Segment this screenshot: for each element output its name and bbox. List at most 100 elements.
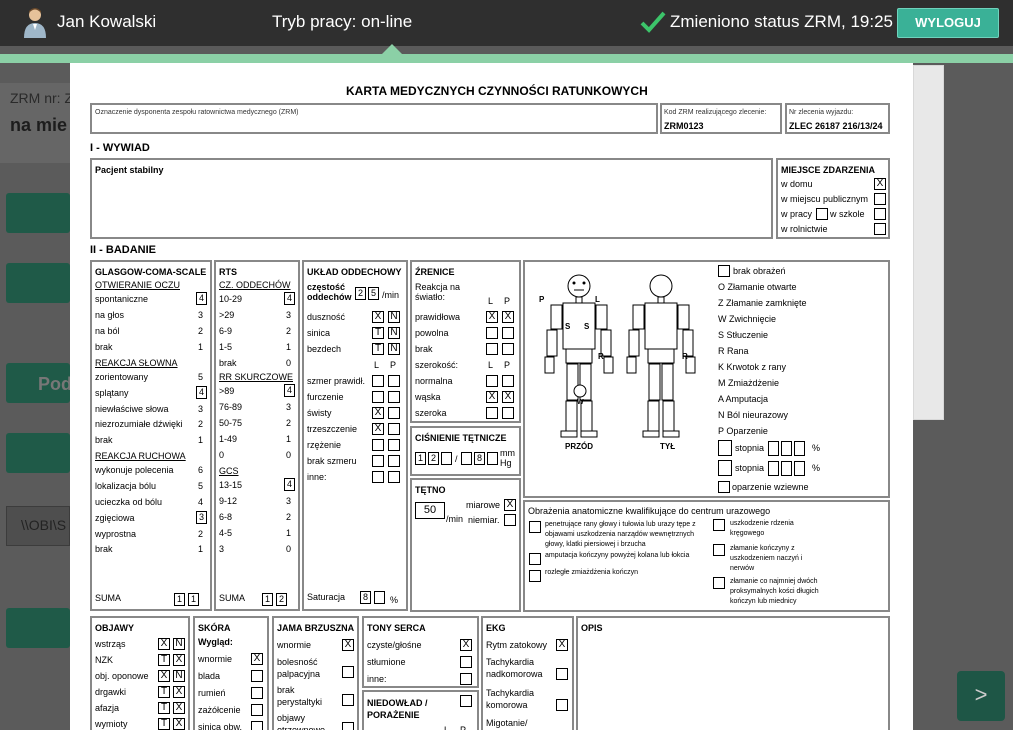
tony-checkbox[interactable] [460,673,472,685]
objawy-t-box[interactable]: T [158,702,170,714]
oddech-t-box[interactable]: T [372,343,384,355]
objawy-t-box[interactable]: T [158,654,170,666]
oddech-l-box[interactable] [372,391,384,403]
obrazenia-checkbox[interactable] [713,577,725,589]
oddech-l-box[interactable]: X [372,423,384,435]
skora-checkbox[interactable] [251,721,263,730]
oddech-czestosc-digit-2[interactable]: 5 [368,287,379,300]
rts-gcs-score[interactable]: 4 [284,478,295,491]
objawy-n-box[interactable]: X [173,654,185,666]
jama-checkbox[interactable]: X [342,639,354,651]
miejsce-checkbox-publiczne[interactable] [874,193,886,205]
obrazenia-checkbox[interactable] [529,553,541,565]
miejsce-checkbox-praca[interactable] [816,208,828,220]
skora-checkbox[interactable] [251,687,263,699]
zrenice-l-box[interactable]: X [486,391,498,403]
gcs-suma-digit-2[interactable]: 1 [188,593,199,606]
cisnienie-digit-5[interactable]: 8 [474,452,485,465]
zrenice-l-box[interactable] [486,407,498,419]
cisnienie-digit-3[interactable] [441,452,452,465]
objawy-n-box[interactable]: X [173,702,185,714]
zrenice-p-box[interactable] [502,343,514,355]
oddech-p-box[interactable] [388,423,400,435]
skora-checkbox[interactable]: X [251,653,263,665]
tony-checkbox[interactable]: X [460,639,472,651]
oddech-l-box[interactable]: X [372,407,384,419]
miejsce-checkbox-rolnictwo[interactable] [874,223,886,235]
zrenice-l-box[interactable]: X [486,311,498,323]
oddech-p-box[interactable] [388,439,400,451]
objawy-n-box[interactable]: X [173,718,185,730]
obrazenia-checkbox[interactable] [713,544,725,556]
cisnienie-digit-1[interactable]: 1 [415,452,426,465]
oddech-p-box[interactable] [388,407,400,419]
background-button-4[interactable] [6,433,70,473]
opis-textarea[interactable]: OPIS [576,616,890,730]
ekg-checkbox[interactable] [556,699,568,711]
oddech-czestosc-digit-1[interactable]: 2 [355,287,366,300]
tetno-value[interactable]: 50 [415,502,445,519]
objawy-t-box[interactable]: T [158,718,170,730]
oddech-p-box[interactable] [388,391,400,403]
oddech-p-box[interactable] [388,375,400,387]
stopnia-2-digit-1[interactable] [768,461,779,476]
jama-checkbox[interactable] [342,666,354,678]
skora-checkbox[interactable] [251,670,263,682]
rts-rr-score[interactable]: 4 [284,384,295,397]
zrenice-l-box[interactable] [486,375,498,387]
ekg-checkbox[interactable]: X [556,639,568,651]
logout-button[interactable]: WYLOGUJ [897,8,999,38]
gcs-slowna-score[interactable]: 4 [196,386,207,399]
zrenice-p-box[interactable] [502,327,514,339]
objawy-n-box[interactable]: X [173,686,185,698]
oddech-l-box[interactable] [372,439,384,451]
obrazenia-checkbox[interactable] [713,519,725,531]
oddech-p-box[interactable] [388,471,400,483]
zrenice-l-box[interactable] [486,343,498,355]
stopnia-2-checkbox[interactable] [718,460,732,476]
gcs-suma-digit-1[interactable]: 1 [174,593,185,606]
objawy-n-box[interactable]: N [173,638,185,650]
oddech-p-box[interactable] [388,455,400,467]
brak-obrazen-checkbox[interactable] [718,265,730,277]
niedowlad-checkbox[interactable] [460,695,472,707]
rts-cz-score[interactable]: 4 [284,292,295,305]
gcs-ruchowa-score[interactable]: 3 [196,511,207,524]
stopnia-2-digit-3[interactable] [794,461,805,476]
background-button-5[interactable] [6,608,70,648]
oddech-n-box[interactable]: N [388,311,400,323]
oddech-l-box[interactable] [372,455,384,467]
cisnienie-digit-2[interactable]: 2 [428,452,439,465]
background-button-1[interactable] [6,193,70,233]
stopnia-2-digit-2[interactable] [781,461,792,476]
stopnia-1-digit-1[interactable] [768,441,779,456]
zrenice-p-box[interactable] [502,375,514,387]
objawy-t-box[interactable]: T [158,686,170,698]
objawy-t-box[interactable]: X [158,638,170,650]
objawy-t-box[interactable]: X [158,670,170,682]
zrenice-p-box[interactable]: X [502,311,514,323]
miejsce-checkbox-dom[interactable]: X [874,178,886,190]
document-scrollbar[interactable] [913,65,944,420]
saturacja-digit-2[interactable] [374,591,385,604]
objawy-n-box[interactable]: N [173,670,185,682]
oddech-n-box[interactable]: N [388,343,400,355]
cisnienie-digit-6[interactable] [487,452,498,465]
zrenice-l-box[interactable] [486,327,498,339]
tony-checkbox[interactable] [460,656,472,668]
background-button-2[interactable] [6,263,70,303]
oddech-t-box[interactable]: X [372,311,384,323]
cisnienie-digit-4[interactable] [461,452,472,465]
rts-suma-digit-2[interactable]: 2 [276,593,287,606]
gcs-oczy-score[interactable]: 4 [196,292,207,305]
background-path-field[interactable]: \\OBI\S [6,506,70,546]
next-button[interactable]: > [957,671,1005,721]
jama-checkbox[interactable] [342,694,354,706]
rts-suma-digit-1[interactable]: 1 [262,593,273,606]
obrazenia-checkbox[interactable] [529,570,541,582]
oddech-l-box[interactable] [372,375,384,387]
stopnia-1-digit-2[interactable] [781,441,792,456]
miejsce-checkbox-szkola[interactable] [874,208,886,220]
wywiad-textarea[interactable]: Pacjent stabilny [90,158,773,239]
ekg-checkbox[interactable] [556,668,568,680]
